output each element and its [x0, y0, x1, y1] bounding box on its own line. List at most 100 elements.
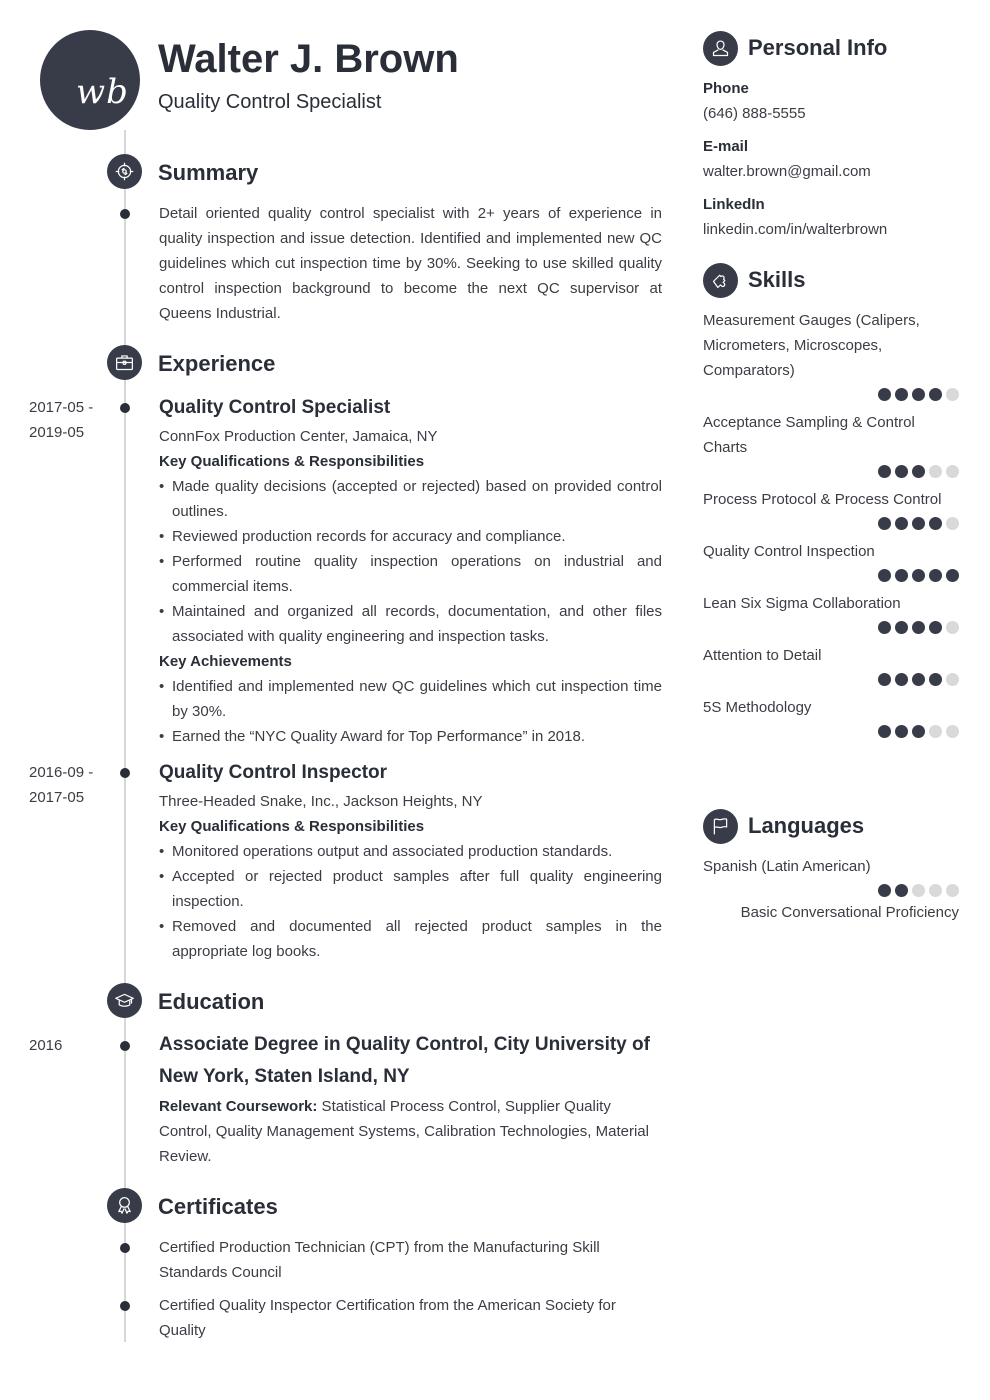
rating-dot-filled [912, 673, 925, 686]
phone-value: (646) 888-5555 [703, 105, 806, 122]
rating-dot-filled [895, 621, 908, 634]
language-item: Spanish (Latin American) Basic Conversati… [703, 854, 959, 925]
section-title-summary: Summary [158, 160, 259, 185]
job-title: Quality Control Inspector [159, 762, 388, 783]
section-title-education: Education [158, 989, 265, 1014]
achievements-list: Identified and implemented new QC guidel… [159, 674, 662, 749]
rating-dot-filled [895, 569, 908, 582]
rating-dots [703, 465, 959, 478]
linkedin-value[interactable]: linkedin.com/in/walterbrown [703, 217, 959, 242]
responsibility-item: Maintained and organized all records, do… [159, 599, 662, 649]
skill-item: 5S Methodology [703, 695, 959, 738]
rating-dot-filled [878, 621, 891, 634]
phone-label: Phone [703, 80, 749, 97]
rating-dot-filled [929, 621, 942, 634]
skill-item: Attention to Detail [703, 643, 959, 686]
rating-dot-filled [895, 725, 908, 738]
skill-name: Acceptance Sampling & Control Charts [703, 414, 915, 456]
job-date-start: 2017-05 - [29, 399, 94, 416]
rating-dot-filled [878, 569, 891, 582]
skill-name: 5S Methodology [703, 699, 812, 716]
linkedin-label: LinkedIn [703, 196, 765, 213]
responsibility-item: Accepted or rejected product samples aft… [159, 864, 662, 914]
responsibilities-list: Made quality decisions (accepted or reje… [159, 474, 662, 649]
rating-dots [703, 621, 959, 634]
timeline-dot [120, 1243, 130, 1253]
rating-dots [703, 517, 959, 530]
award-ribbon-icon [107, 1188, 142, 1223]
email-value[interactable]: walter.brown@gmail.com [703, 159, 959, 184]
rating-dot-filled [912, 569, 925, 582]
languages-list: Spanish (Latin American) Basic Conversati… [703, 854, 959, 925]
target-icon [107, 154, 142, 189]
rating-dot-filled [929, 673, 942, 686]
job-date-end: 2017-05 [29, 789, 85, 806]
job-date-start: 2016-09 - [29, 764, 94, 781]
language-level: Basic Conversational Proficiency [740, 904, 959, 921]
section-title-certificates: Certificates [158, 1194, 278, 1219]
rating-dots [703, 725, 959, 738]
rating-dot-filled [912, 517, 925, 530]
candidate-name: Walter J. Brown [158, 37, 459, 81]
rating-dot-empty [929, 725, 942, 738]
skills-list: Measurement Gauges (Calipers, Micrometer… [703, 308, 959, 747]
briefcase-icon [107, 345, 142, 380]
rating-dot-empty [912, 884, 925, 897]
responsibility-item: Monitored operations output and associat… [159, 839, 662, 864]
timeline-dot [120, 768, 130, 778]
rating-dot-filled [878, 517, 891, 530]
user-icon [703, 31, 738, 66]
flag-icon [703, 809, 738, 844]
skill-item: Process Protocol & Process Control [703, 487, 959, 530]
job-company: Three-Headed Snake, Inc., Jackson Height… [159, 793, 483, 810]
degree-title: Associate Degree in Quality Control, Cit… [159, 1034, 650, 1087]
rating-dots [703, 884, 959, 897]
rating-dot-filled [912, 465, 925, 478]
summary-text: Detail oriented quality control speciali… [159, 205, 662, 322]
initials: wb [76, 72, 129, 112]
job-date: 2017-05 - 2019-05 [29, 395, 93, 445]
certificate-item: Certified Production Technician (CPT) fr… [159, 1239, 600, 1281]
graduation-cap-icon [107, 983, 142, 1018]
timeline-line [124, 130, 126, 1342]
achievement-item: Earned the “NYC Quality Award for Top Pe… [159, 724, 662, 749]
rating-dot-filled [878, 725, 891, 738]
responsibility-item: Reviewed production records for accuracy… [159, 524, 662, 549]
timeline-dot [120, 1041, 130, 1051]
coursework: Relevant Coursework: Statistical Process… [159, 1094, 662, 1169]
education-date: 2016 [29, 1037, 63, 1054]
job-company: ConnFox Production Center, Jamaica, NY [159, 428, 438, 445]
candidate-title: Quality Control Specialist [158, 91, 382, 113]
responsibilities-heading: Key Qualifications & Responsibilities [159, 818, 425, 835]
rating-dot-filled [878, 465, 891, 478]
rating-dot-empty [946, 884, 959, 897]
rating-dot-empty [946, 465, 959, 478]
responsibilities-list: Monitored operations output and associat… [159, 839, 662, 964]
skill-name: Lean Six Sigma Collaboration [703, 595, 901, 612]
rating-dot-filled [929, 388, 942, 401]
rating-dot-filled [878, 388, 891, 401]
section-title-experience: Experience [158, 351, 276, 376]
rating-dot-filled [946, 569, 959, 582]
timeline-dot [120, 403, 130, 413]
rating-dot-empty [946, 621, 959, 634]
rating-dot-empty [929, 884, 942, 897]
rating-dot-filled [912, 388, 925, 401]
achievements-heading: Key Achievements [159, 653, 292, 670]
responsibility-item: Made quality decisions (accepted or reje… [159, 474, 662, 524]
coursework-label: Relevant Coursework: [159, 1098, 318, 1115]
skill-name: Attention to Detail [703, 647, 822, 664]
responsibility-item: Removed and documented all rejected prod… [159, 914, 662, 964]
skill-name: Measurement Gauges (Calipers, Micrometer… [703, 312, 920, 379]
certificate-item: Certified Quality Inspector Certificatio… [159, 1297, 616, 1339]
rating-dot-filled [878, 884, 891, 897]
job-entry: Quality Control Specialist ConnFox Produ… [159, 395, 662, 749]
section-title-personal-info: Personal Info [748, 35, 888, 60]
rating-dot-empty [946, 725, 959, 738]
rating-dot-empty [946, 388, 959, 401]
responsibility-item: Performed routine quality inspection ope… [159, 549, 662, 599]
rating-dot-filled [895, 673, 908, 686]
skill-name: Process Protocol & Process Control [703, 491, 942, 508]
achievement-item: Identified and implemented new QC guidel… [159, 674, 662, 724]
timeline-dot [120, 209, 130, 219]
